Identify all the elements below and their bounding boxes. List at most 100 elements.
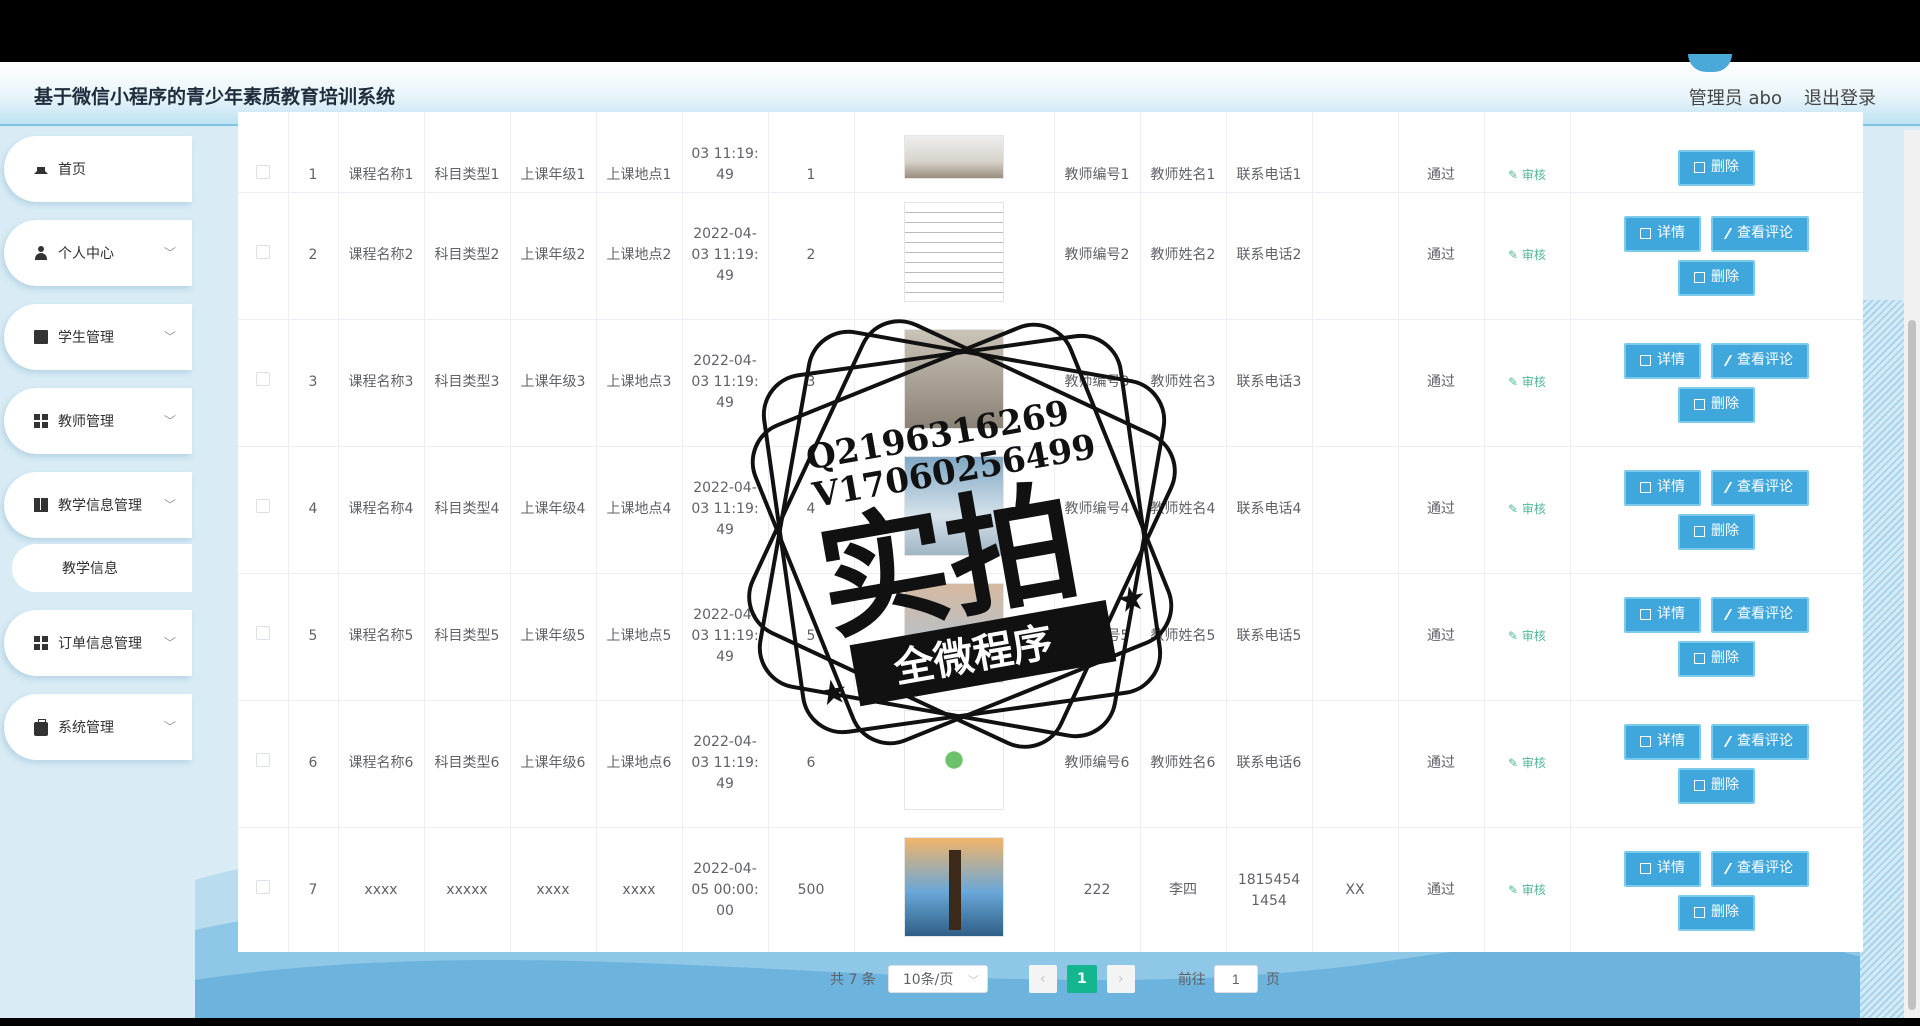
button-label: 查看评论 — [1737, 733, 1793, 749]
audit-status: 通过 — [1427, 501, 1455, 517]
view-comments-button[interactable]: 查看评论 — [1711, 342, 1809, 379]
detail-button[interactable]: 详情 — [1624, 596, 1701, 633]
audit-link[interactable]: ✎ 审核 — [1508, 502, 1546, 516]
status-cell: 通过 — [1398, 192, 1485, 320]
page-size-select[interactable]: 10条/页 ﹀ — [887, 965, 988, 993]
course-name: 课程名称4 — [348, 501, 414, 517]
delete-button[interactable]: 删除 — [1678, 640, 1755, 677]
audit-cell: ✎ 审核 — [1484, 446, 1571, 574]
view-comments-button[interactable]: 查看评论 — [1711, 596, 1809, 633]
course-image — [904, 202, 1004, 302]
delete-button[interactable]: 删除 — [1678, 149, 1755, 186]
time-cell: 2022-04- 03 11:19: 49 — [682, 446, 769, 574]
next-page-button[interactable]: › — [1106, 965, 1135, 993]
sidebar-item-order-management[interactable]: 订单信息管理 ﹀ — [4, 610, 192, 676]
sidebar-item-system-management[interactable]: 系统管理 ﹀ — [4, 694, 192, 760]
trash-icon — [1694, 399, 1705, 410]
row-checkbox[interactable] — [255, 245, 270, 259]
row-checkbox[interactable] — [255, 164, 270, 179]
view-comments-button[interactable]: 查看评论 — [1711, 723, 1809, 760]
teacher-no-cell: 教师编号3 — [1054, 319, 1141, 447]
sidebar-item-teaching-info-management[interactable]: 教学信息管理 ﹀ — [4, 472, 192, 538]
row-actions: 详情 查看评论删除 — [1612, 850, 1822, 931]
audit-link[interactable]: ✎ 审核 — [1508, 883, 1546, 897]
contact-phone: 联系电话4 — [1236, 501, 1302, 517]
teacher-name-cell: 教师姓名3 — [1140, 319, 1227, 447]
image-cell — [854, 573, 1055, 701]
detail-button[interactable]: 详情 — [1624, 342, 1701, 379]
row-checkbox[interactable] — [255, 880, 270, 894]
delete-button[interactable]: 删除 — [1678, 259, 1755, 296]
sidebar-subitem-teaching-info[interactable]: 教学信息 — [12, 544, 192, 592]
sidebar: 首页 个人中心 ﹀ 学生管理 ﹀ 教师管理 ﹀ 教学信息管理 ﹀ 教学信息 订单… — [0, 130, 195, 1026]
button-label: 详情 — [1657, 860, 1685, 876]
actions-cell: 详情 查看评论删除 — [1570, 446, 1863, 574]
delete-button[interactable]: 删除 — [1678, 767, 1755, 804]
sidebar-item-personal-center[interactable]: 个人中心 ﹀ — [4, 220, 192, 286]
detail-button[interactable]: 详情 — [1624, 215, 1701, 252]
class-location: xxxx — [622, 882, 656, 898]
grid-icon — [34, 636, 48, 650]
sidebar-item-home[interactable]: 首页 — [4, 136, 192, 202]
audit-link[interactable]: ✎ 审核 — [1508, 375, 1546, 389]
scrollbar[interactable] — [1904, 130, 1920, 1026]
goto-page-input[interactable] — [1213, 965, 1258, 993]
delete-button[interactable]: 删除 — [1678, 386, 1755, 423]
subject-type: xxxxx — [446, 882, 488, 898]
audit-link[interactable]: ✎ 审核 — [1508, 629, 1546, 643]
row-checkbox[interactable] — [255, 499, 270, 513]
audit-link[interactable]: ✎ 审核 — [1508, 756, 1546, 770]
prev-page-button[interactable]: ‹ — [1028, 965, 1057, 993]
detail-button[interactable]: 详情 — [1624, 469, 1701, 506]
subject-type: 科目类型1 — [434, 166, 500, 183]
chevron-down-icon: ﹀ — [967, 974, 979, 987]
logout-button[interactable]: 退出登录 — [1804, 84, 1876, 110]
audit-link-label: 审核 — [1521, 375, 1546, 389]
checkbox-cell — [238, 192, 289, 320]
delete-button[interactable]: 删除 — [1678, 513, 1755, 550]
audit-link[interactable]: ✎ 审核 — [1508, 248, 1546, 262]
time-cell: 2022-04- 03 11:19: 49 — [682, 192, 769, 320]
sidebar-item-teacher-management[interactable]: 教师管理 ﹀ — [4, 388, 192, 454]
audit-link[interactable]: ✎ 审核 — [1508, 168, 1546, 182]
course-name: 课程名称1 — [348, 166, 414, 183]
teacher-name-cell: 教师姓名1 — [1140, 112, 1227, 193]
detail-button[interactable]: 详情 — [1624, 850, 1701, 887]
place-cell: 上课地点1 — [596, 112, 683, 193]
row-checkbox[interactable] — [255, 753, 270, 767]
class-location: 上课地点4 — [606, 501, 672, 517]
teacher-number: 222 — [1083, 882, 1111, 898]
grade-cell: 上课年级4 — [510, 446, 597, 574]
class-grade: 上课年级3 — [520, 374, 586, 390]
edit-icon: ✎ — [1508, 502, 1522, 516]
scrollbar-thumb[interactable] — [1908, 320, 1916, 1010]
class-time: 2022-04- 03 11:19: 49 — [691, 734, 759, 792]
view-comments-button[interactable]: 查看评论 — [1711, 469, 1809, 506]
row-checkbox[interactable] — [255, 372, 270, 386]
count-cell: 2 — [768, 192, 855, 320]
index-cell: 3 — [288, 319, 339, 447]
time-cell: 2022-04- 03 11:19: 49 — [682, 319, 769, 447]
table-row: 5 课程名称5 科目类型5 上课年级5 上课地点5 2022-04- 03 11:19: … — [238, 573, 1863, 701]
view-comments-button[interactable]: 查看评论 — [1711, 850, 1809, 887]
table-row: 1 课程名称1 科目类型1 上课年级1 上课地点1 03 11:19: 49 1 教师编号1 教… — [238, 112, 1863, 193]
admin-user-label[interactable]: 管理员 abo — [1689, 84, 1782, 110]
grade-cell: 上课年级5 — [510, 573, 597, 701]
class-count: 6 — [806, 755, 816, 771]
row-checkbox[interactable] — [255, 626, 270, 640]
remark-cell — [1312, 573, 1399, 701]
class-time: 2022-04- 03 11:19: 49 — [691, 226, 759, 284]
class-count: 500 — [797, 882, 825, 898]
row-index: 4 — [308, 501, 318, 517]
goto-label: 前往 — [1177, 972, 1206, 988]
checkbox-cell — [238, 827, 289, 952]
subject-cell: 科目类型6 — [424, 700, 511, 828]
view-comments-button[interactable]: 查看评论 — [1711, 215, 1809, 252]
page-number-current[interactable]: 1 — [1066, 965, 1097, 993]
detail-button[interactable]: 详情 — [1624, 723, 1701, 760]
index-cell: 1 — [288, 112, 339, 193]
delete-button[interactable]: 删除 — [1678, 894, 1755, 931]
sidebar-item-student-management[interactable]: 学生管理 ﹀ — [4, 304, 192, 370]
person-icon — [34, 246, 48, 260]
status-cell: 通过 — [1398, 112, 1485, 193]
